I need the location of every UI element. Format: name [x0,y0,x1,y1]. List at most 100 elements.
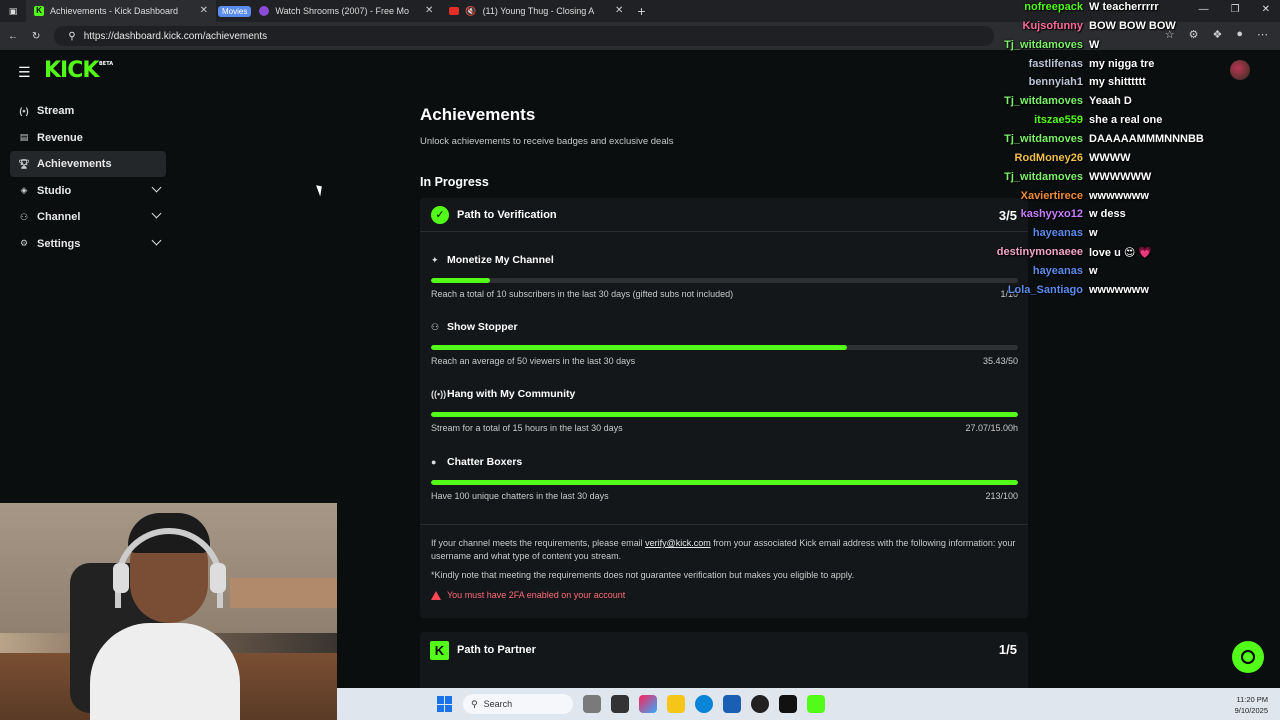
chat-text: DAAAAAMMMNNNBB [1089,132,1204,145]
chat-username[interactable]: kashyyxo12 [1021,208,1083,220]
muted-icon[interactable]: 🔇 [465,6,476,17]
taskbar-apps: ⚲ Search [437,694,825,714]
chat-username[interactable]: hayeanas [1033,227,1083,239]
kick-logo-icon: K [430,641,449,660]
sidebar-item-achievements[interactable]: 🏆︎ Achievements [10,151,166,178]
widgets-icon[interactable] [583,695,601,713]
chat-text: wwwwwww [1089,283,1149,296]
chat-text: she a real one [1089,114,1163,127]
edge-icon[interactable] [695,695,713,713]
chat-username[interactable]: Tj_witdamoves [1004,133,1083,145]
task-view-icon[interactable] [611,695,629,713]
site-info-icon[interactable]: ⚲ [68,31,75,42]
chat-message: hayeanas w [990,227,1280,243]
tab-youtube[interactable]: 🔇 (11) Young Thug - Closing A ✕ [441,0,631,22]
support-button[interactable] [1232,641,1264,673]
headset-ear-right [210,563,226,593]
tab-title: Watch Shrooms (2007) - Free Mo [275,6,410,16]
search-placeholder: Search [483,699,513,709]
taskbar: ⚲ Search 11:20 PM 9/10/2025 [337,688,1280,720]
section-title: In Progress [420,175,489,189]
achievement-item: ● Chatter Boxers Have 100 unique chatters… [431,456,1018,501]
chat-message: Tj_witdamoves WWWWWW [990,171,1280,187]
progress-bar [431,278,1018,283]
chat-username[interactable]: Tj_witdamoves [1004,39,1083,51]
achievement-item: ((•)) Hang with My Community Stream for a… [431,388,1018,433]
chat-username[interactable]: nofreepack [1024,1,1083,13]
taskbar-search[interactable]: ⚲ Search [463,694,573,714]
kick-studio-icon[interactable] [779,695,797,713]
tab-shrooms[interactable]: Watch Shrooms (2007) - Free Mo ✕ [251,0,441,22]
windows-start-icon[interactable] [437,696,453,712]
card-header[interactable]: ✓ Path to Verification 3/5 [420,198,1028,232]
twofa-warning: You must have 2FA enabled on your accoun… [431,590,625,600]
store-icon[interactable] [723,695,741,713]
chat-message: Kujsofunny BOW BOW BOW [990,20,1280,36]
tab-achievements[interactable]: K Achievements - Kick Dashboard ✕ [26,0,216,22]
obs-icon[interactable] [751,695,769,713]
chat-message: Tj_witdamoves DAAAAAMMMNNNBB [990,133,1280,149]
viewers-icon: ⚇ [431,321,440,332]
chat-username[interactable]: Tj_witdamoves [1004,95,1083,107]
page-subtitle: Unlock achievements to receive badges an… [420,136,674,147]
chevron-down-icon[interactable] [151,235,162,246]
chat-text: wwwwwww [1089,189,1149,202]
sidebar-item-studio[interactable]: ◈ Studio [10,178,166,204]
copilot-icon[interactable] [639,695,657,713]
tab-actions-icon[interactable]: ▣ [0,6,26,17]
menu-icon[interactable]: ☰ [18,64,31,81]
verify-email-link[interactable]: verify@kick.com [645,538,711,548]
progress-fill [431,278,490,283]
chat-text: w dess [1089,208,1126,221]
revenue-icon: ▤ [19,132,29,143]
refresh-icon[interactable]: ↻ [32,31,40,42]
chat-username[interactable]: itszae559 [1034,114,1083,126]
achievement-item: ⚇ Show Stopper Reach an average of 50 vie… [431,321,1018,366]
sparkle-icon: ✦ [431,254,439,265]
chat-username[interactable]: Xaviertirece [1021,190,1083,202]
sidebar-item-channel[interactable]: ⚇ Channel [10,204,166,230]
chat-username[interactable]: Lola_Santiago [1008,284,1083,296]
partner-card[interactable]: K Path to Partner 1/5 [420,632,1028,692]
chat-message: Tj_witdamoves W [990,39,1280,55]
chat-username[interactable]: Tj_witdamoves [1004,171,1083,183]
back-icon[interactable]: ← [8,31,18,42]
kick-logo[interactable]: KICK BETA [44,58,113,83]
close-tab-icon[interactable]: ✕ [200,5,208,16]
tab-title: Achievements - Kick Dashboard [50,6,179,16]
chevron-down-icon[interactable] [151,182,162,193]
chat-message: kashyyxo12 w dess [990,208,1280,224]
close-tab-icon[interactable]: ✕ [425,5,433,16]
chat-username[interactable]: Kujsofunny [1023,20,1084,32]
close-tab-icon[interactable]: ✕ [615,5,623,16]
progress-bar [431,412,1018,417]
file-explorer-icon[interactable] [667,695,685,713]
chevron-down-icon[interactable] [151,208,162,219]
url-field[interactable]: ⚲ https://dashboard.kick.com/achievement… [54,26,995,46]
chat-username[interactable]: RodMoney26 [1015,152,1083,164]
new-tab-icon[interactable]: + [637,3,645,19]
sidebar-item-label: Stream [37,105,75,117]
sidebar-item-label: Channel [37,211,81,224]
sidebar-item-revenue[interactable]: ▤ Revenue [10,125,166,151]
kick-app-icon[interactable] [807,695,825,713]
sidebar-item-stream[interactable]: (•) Stream [10,98,166,124]
sidebar-item-settings[interactable]: ⚙ Settings [10,231,166,257]
progress-fill [431,412,1018,417]
tab-group-movies[interactable]: Movies [218,5,252,17]
chat-username[interactable]: bennyiah1 [1029,76,1083,88]
chat-text: W [1089,38,1100,51]
clock-time: 11:20 PM [1236,695,1268,704]
verification-info: If your channel meets the requirements, … [431,537,1018,563]
screen: ▣ K Achievements - Kick Dashboard ✕ Movi… [0,0,1280,720]
kick-favicon-icon: K [34,6,44,16]
stream-icon: (•) [19,106,29,116]
chat-message: destinymonaeee love u 😍 💗 [990,246,1280,262]
system-clock[interactable]: 11:20 PM 9/10/2025 [1235,694,1268,716]
chat-username[interactable]: hayeanas [1033,265,1083,277]
achievement-title: Monetize My Channel [447,254,554,266]
chat-username[interactable]: destinymonaeee [997,246,1083,258]
chat-username[interactable]: fastlifenas [1029,58,1083,70]
progress-fill [431,480,1018,485]
webcam-shirt [90,623,240,720]
